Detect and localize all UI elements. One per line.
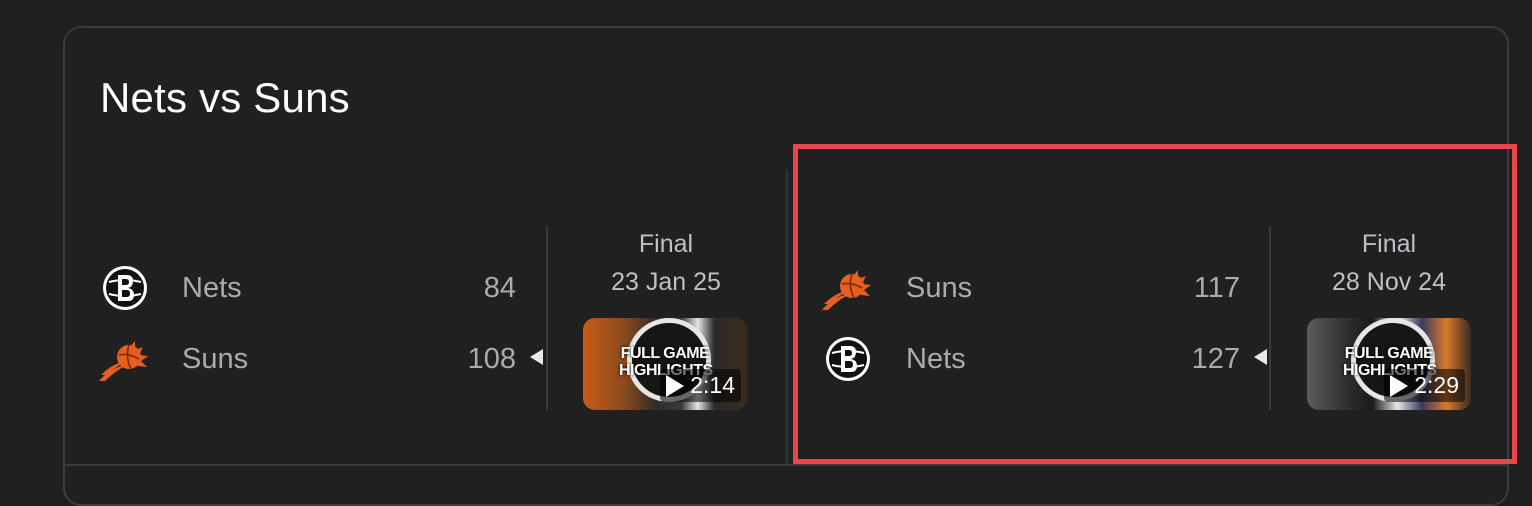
game-date: 23 Jan 25 — [611, 268, 721, 296]
card-title: Nets vs Suns — [100, 74, 350, 121]
team-score: 84 — [483, 272, 516, 304]
game-status: Final — [638, 230, 694, 258]
selection-highlight-box — [793, 144, 1517, 464]
winner-indicator-icon — [530, 349, 543, 365]
team-score: 108 — [467, 343, 516, 375]
team-name-nets: Nets — [182, 272, 242, 304]
team-name-suns: Suns — [182, 343, 249, 375]
suns-logo-icon — [99, 339, 148, 381]
game-column-divider — [786, 170, 788, 466]
play-icon — [666, 374, 685, 397]
card-bottom-divider — [64, 464, 1508, 466]
video-duration-badge: 2:14 — [660, 369, 741, 402]
score-divider — [546, 226, 548, 410]
video-duration: 2:14 — [690, 372, 735, 398]
nets-logo-icon — [103, 266, 147, 310]
highlights-video-thumbnail[interactable]: FULL GAME HIGHLIGHTS 2:14 — [583, 318, 747, 410]
